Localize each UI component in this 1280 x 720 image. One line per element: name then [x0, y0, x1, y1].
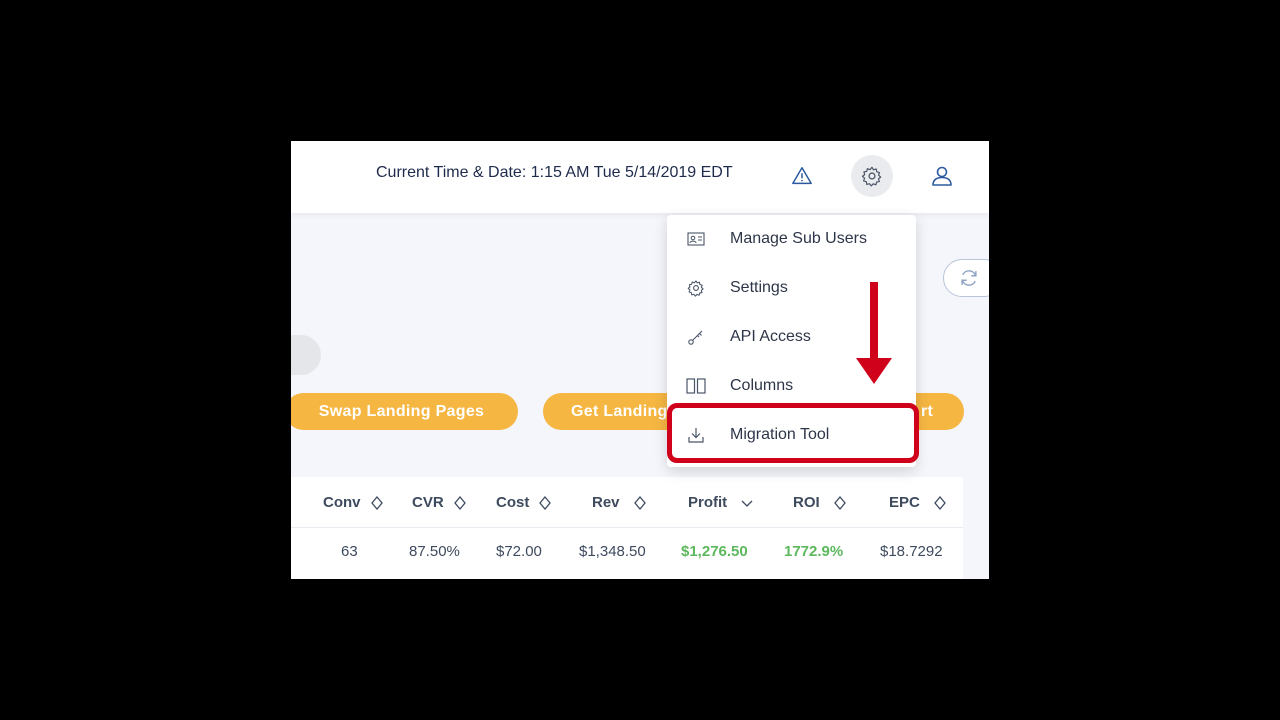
cell-cvr: 87.50% — [409, 543, 460, 560]
cell-epc: $18.7292 — [880, 543, 943, 560]
id-card-icon — [685, 228, 707, 250]
cell-profit: $1,276.50 — [681, 543, 748, 560]
column-header-roi[interactable]: ROI — [793, 494, 846, 511]
sort-icon — [833, 495, 846, 510]
top-header: Current Time & Date: 1:15 AM Tue 5/14/20… — [291, 141, 989, 213]
menu-item-label: Settings — [730, 279, 788, 296]
alerts-button[interactable] — [781, 155, 823, 197]
user-profile-button[interactable] — [921, 155, 963, 197]
swap-landing-pages-button[interactable]: Swap Landing Pages — [291, 393, 518, 430]
cell-rev: $1,348.50 — [579, 543, 646, 560]
columns-icon — [685, 375, 707, 397]
key-icon — [685, 326, 707, 348]
refresh-icon — [961, 270, 977, 286]
menu-item-manage-sub-users[interactable]: Manage Sub Users — [667, 219, 916, 259]
warning-icon — [792, 167, 812, 185]
gear-icon — [861, 166, 882, 187]
cell-conv: 63 — [341, 543, 358, 560]
column-header-epc[interactable]: EPC — [889, 494, 946, 511]
stats-table: Conv CVR Cost Rev Profit ROI EPC 63 87.5… — [291, 477, 963, 579]
cell-roi: 1772.9% — [784, 543, 844, 560]
toggle-control[interactable] — [291, 335, 321, 375]
sort-icon — [933, 495, 946, 510]
column-header-rev[interactable]: Rev — [592, 494, 646, 511]
gear-icon — [685, 277, 707, 299]
down-arrow-annotation — [856, 282, 892, 386]
sort-icon — [453, 495, 466, 510]
refresh-button[interactable] — [943, 259, 989, 297]
menu-item-label: Columns — [730, 377, 794, 394]
user-icon — [932, 166, 952, 186]
column-header-cost[interactable]: Cost — [496, 494, 552, 511]
sort-descending-icon — [741, 500, 753, 507]
arrow-head — [856, 358, 892, 384]
settings-menu-button[interactable] — [851, 155, 893, 197]
arrow-shaft — [870, 282, 878, 360]
current-datetime: Current Time & Date: 1:15 AM Tue 5/14/20… — [376, 164, 733, 181]
table-header-row: Conv CVR Cost Rev Profit ROI EPC — [291, 477, 963, 528]
sort-icon — [370, 495, 383, 510]
sort-icon — [633, 495, 646, 510]
column-header-cvr[interactable]: CVR — [412, 494, 466, 511]
highlight-box-annotation — [667, 403, 919, 463]
column-header-conv[interactable]: Conv — [323, 494, 383, 511]
sort-icon — [539, 495, 552, 510]
cell-cost: $72.00 — [496, 543, 542, 560]
menu-item-label: Manage Sub Users — [730, 230, 867, 247]
menu-item-label: API Access — [730, 328, 811, 345]
column-header-profit[interactable]: Profit — [688, 494, 753, 511]
